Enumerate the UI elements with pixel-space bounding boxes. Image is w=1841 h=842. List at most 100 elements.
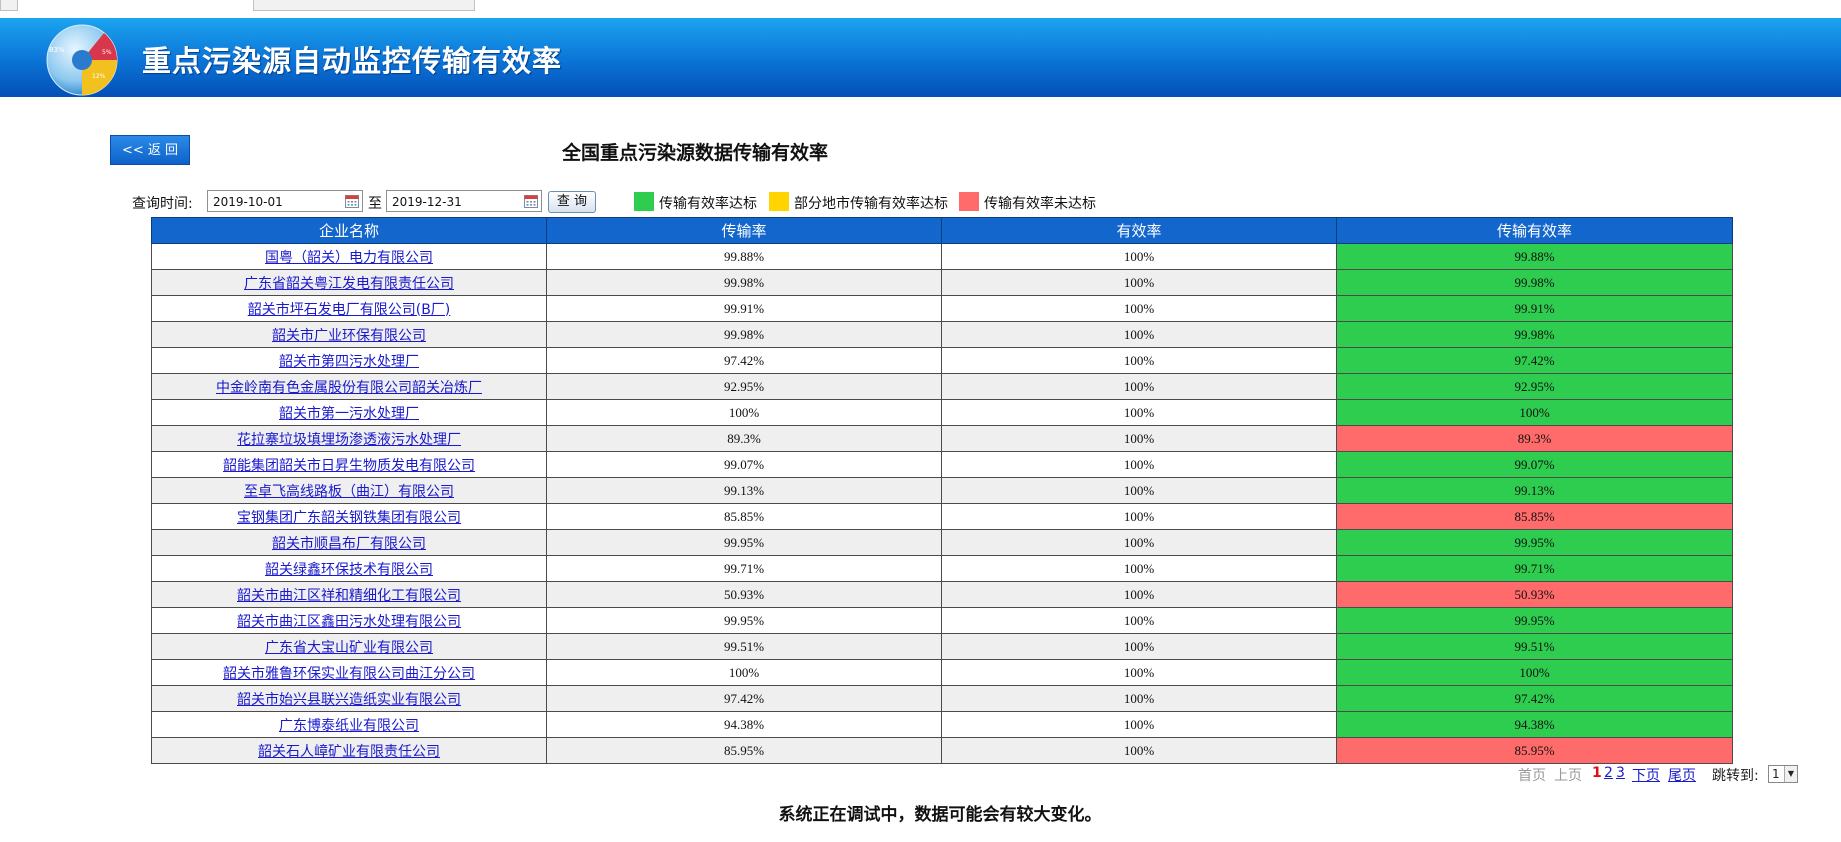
company-link[interactable]: 韶能集团韶关市日昇生物质发电有限公司 (223, 458, 475, 474)
table-row: 韶关市曲江区祥和精细化工有限公司 50.93% 100% 50.93% (151, 581, 1733, 608)
query-button[interactable]: 查 询 (548, 191, 596, 213)
table-row: 宝钢集团广东韶关钢铁集团有限公司 85.85% 100% 85.85% (151, 503, 1733, 530)
company-cell: 韶能集团韶关市日昇生物质发电有限公司 (151, 451, 547, 478)
back-button[interactable]: << 返 回 (110, 135, 190, 165)
table-row: 广东省大宝山矿业有限公司 99.51% 100% 99.51% (151, 633, 1733, 660)
company-link[interactable]: 广东省大宝山矿业有限公司 (265, 640, 433, 656)
page-link[interactable]: 2 (1604, 765, 1613, 781)
table-row: 韶关市曲江区鑫田污水处理有限公司 99.95% 100% 99.95% (151, 607, 1733, 634)
validity-rate-cell: 100% (941, 711, 1337, 738)
page-title: 全国重点污染源数据传输有效率 (561, 142, 828, 164)
transmission-rate-cell: 85.95% (546, 737, 942, 764)
browser-tab[interactable] (253, 0, 475, 11)
first-page-link[interactable]: 首页 (1518, 765, 1546, 785)
start-date-value: 2019-10-01 (213, 195, 283, 209)
last-page-link[interactable]: 尾页 (1668, 765, 1696, 785)
company-link[interactable]: 韶关市始兴县联兴造纸实业有限公司 (237, 692, 461, 708)
company-link[interactable]: 韶关石人嶂矿业有限责任公司 (258, 744, 440, 760)
company-cell: 广东省韶关粤江发电有限责任公司 (151, 269, 547, 296)
table-row: 韶关石人嶂矿业有限责任公司 85.95% 100% 85.95% (151, 737, 1733, 764)
company-link[interactable]: 国粤（韶关）电力有限公司 (265, 250, 433, 266)
company-link[interactable]: 广东省韶关粤江发电有限责任公司 (244, 276, 454, 292)
validity-rate-cell: 100% (941, 399, 1337, 426)
company-cell: 韶关市坪石发电厂有限公司(B厂) (151, 295, 547, 322)
company-cell: 韶关市始兴县联兴造纸实业有限公司 (151, 685, 547, 712)
table-row: 至卓飞高线路板（曲江）有限公司 99.13% 100% 99.13% (151, 477, 1733, 504)
transmission-rate-cell: 97.42% (546, 347, 942, 374)
header-banner: 83% 5% 12% 重点污染源自动监控传输有效率 (0, 18, 1841, 97)
jump-page-select[interactable]: 1 ▼ (1768, 765, 1798, 783)
legend-label: 传输有效率达标 (659, 196, 757, 212)
company-link[interactable]: 韶关市坪石发电厂有限公司(B厂) (248, 302, 451, 318)
legend-swatch-red (959, 192, 979, 211)
validity-rate-cell: 100% (941, 555, 1337, 582)
efficiency-cell: 85.95% (1336, 737, 1733, 764)
next-page-link[interactable]: 下页 (1632, 765, 1660, 785)
column-header-validity-rate: 有效率 (941, 217, 1337, 244)
validity-rate-cell: 100% (941, 347, 1337, 374)
company-cell: 韶关绿鑫环保技术有限公司 (151, 555, 547, 582)
company-link[interactable]: 广东博泰纸业有限公司 (279, 718, 419, 734)
validity-rate-cell: 100% (941, 737, 1337, 764)
company-link[interactable]: 韶关市顺昌布厂有限公司 (272, 536, 426, 552)
transmission-rate-cell: 99.95% (546, 607, 942, 634)
legend-swatch-yellow (769, 192, 789, 211)
table-row: 国粤（韶关）电力有限公司 99.88% 100% 99.88% (151, 243, 1733, 270)
transmission-rate-cell: 99.88% (546, 243, 942, 270)
company-link[interactable]: 至卓飞高线路板（曲江）有限公司 (244, 484, 454, 500)
efficiency-cell: 99.91% (1336, 295, 1733, 322)
company-link[interactable]: 宝钢集团广东韶关钢铁集团有限公司 (237, 510, 461, 526)
transmission-rate-cell: 99.98% (546, 321, 942, 348)
efficiency-table: 企业名称 传输率 有效率 传输有效率 国粤（韶关）电力有限公司 99.88% 100… (151, 217, 1733, 764)
company-cell: 韶关市广业环保有限公司 (151, 321, 547, 348)
transmission-rate-cell: 99.07% (546, 451, 942, 478)
company-link[interactable]: 韶关市广业环保有限公司 (272, 328, 426, 344)
legend-swatch-green (634, 192, 654, 211)
logo-label: 12% (92, 73, 106, 80)
transmission-rate-cell: 99.95% (546, 529, 942, 556)
page-link-current[interactable]: 1 (1592, 765, 1602, 781)
company-link[interactable]: 韶关市第一污水处理厂 (279, 406, 419, 422)
company-link[interactable]: 韶关市第四污水处理厂 (279, 354, 419, 370)
company-link[interactable]: 韶关绿鑫环保技术有限公司 (265, 562, 433, 578)
logo-label: 5% (102, 49, 112, 56)
transmission-rate-cell: 99.13% (546, 477, 942, 504)
company-cell: 宝钢集团广东韶关钢铁集团有限公司 (151, 503, 547, 530)
company-link[interactable]: 韶关市曲江区鑫田污水处理有限公司 (237, 614, 461, 630)
efficiency-cell: 99.07% (1336, 451, 1733, 478)
company-link[interactable]: 韶关市曲江区祥和精细化工有限公司 (237, 588, 461, 604)
legend-label: 部分地市传输有效率达标 (794, 196, 948, 212)
table-row: 韶关市始兴县联兴造纸实业有限公司 97.42% 100% 97.42% (151, 685, 1733, 712)
efficiency-cell: 99.71% (1336, 555, 1733, 582)
validity-rate-cell: 100% (941, 425, 1337, 452)
pie-chart-logo-icon: 83% 5% 12% (46, 24, 118, 96)
calendar-icon[interactable] (345, 194, 359, 208)
efficiency-cell: 99.98% (1336, 321, 1733, 348)
start-date-input[interactable]: 2019-10-01 (207, 190, 363, 212)
browser-tab[interactable] (0, 0, 18, 11)
prev-page-link[interactable]: 上页 (1554, 765, 1582, 785)
company-link[interactable]: 韶关市雅鲁环保实业有限公司曲江分公司 (223, 666, 475, 682)
transmission-rate-cell: 89.3% (546, 425, 942, 452)
calendar-icon[interactable] (524, 194, 538, 208)
table-row: 中金岭南有色金属股份有限公司韶关冶炼厂 92.95% 100% 92.95% (151, 373, 1733, 400)
company-cell: 广东博泰纸业有限公司 (151, 711, 547, 738)
table-row: 广东省韶关粤江发电有限责任公司 99.98% 100% 99.98% (151, 269, 1733, 296)
chevron-down-icon[interactable]: ▼ (1784, 766, 1797, 782)
company-link[interactable]: 中金岭南有色金属股份有限公司韶关冶炼厂 (216, 380, 482, 396)
page-link[interactable]: 3 (1616, 765, 1625, 781)
efficiency-cell: 99.98% (1336, 269, 1733, 296)
validity-rate-cell: 100% (941, 607, 1337, 634)
validity-rate-cell: 100% (941, 529, 1337, 556)
efficiency-cell: 50.93% (1336, 581, 1733, 608)
efficiency-cell: 99.13% (1336, 477, 1733, 504)
company-cell: 广东省大宝山矿业有限公司 (151, 633, 547, 660)
efficiency-cell: 99.95% (1336, 607, 1733, 634)
transmission-rate-cell: 100% (546, 399, 942, 426)
validity-rate-cell: 100% (941, 685, 1337, 712)
app-title: 重点污染源自动监控传输有效率 (142, 44, 563, 78)
validity-rate-cell: 100% (941, 503, 1337, 530)
company-link[interactable]: 花拉寨垃圾填埋场渗透液污水处理厂 (237, 432, 461, 448)
end-date-input[interactable]: 2019-12-31 (386, 190, 542, 212)
system-notice: 系统正在调试中，数据可能会有较大变化。 (778, 805, 1102, 825)
